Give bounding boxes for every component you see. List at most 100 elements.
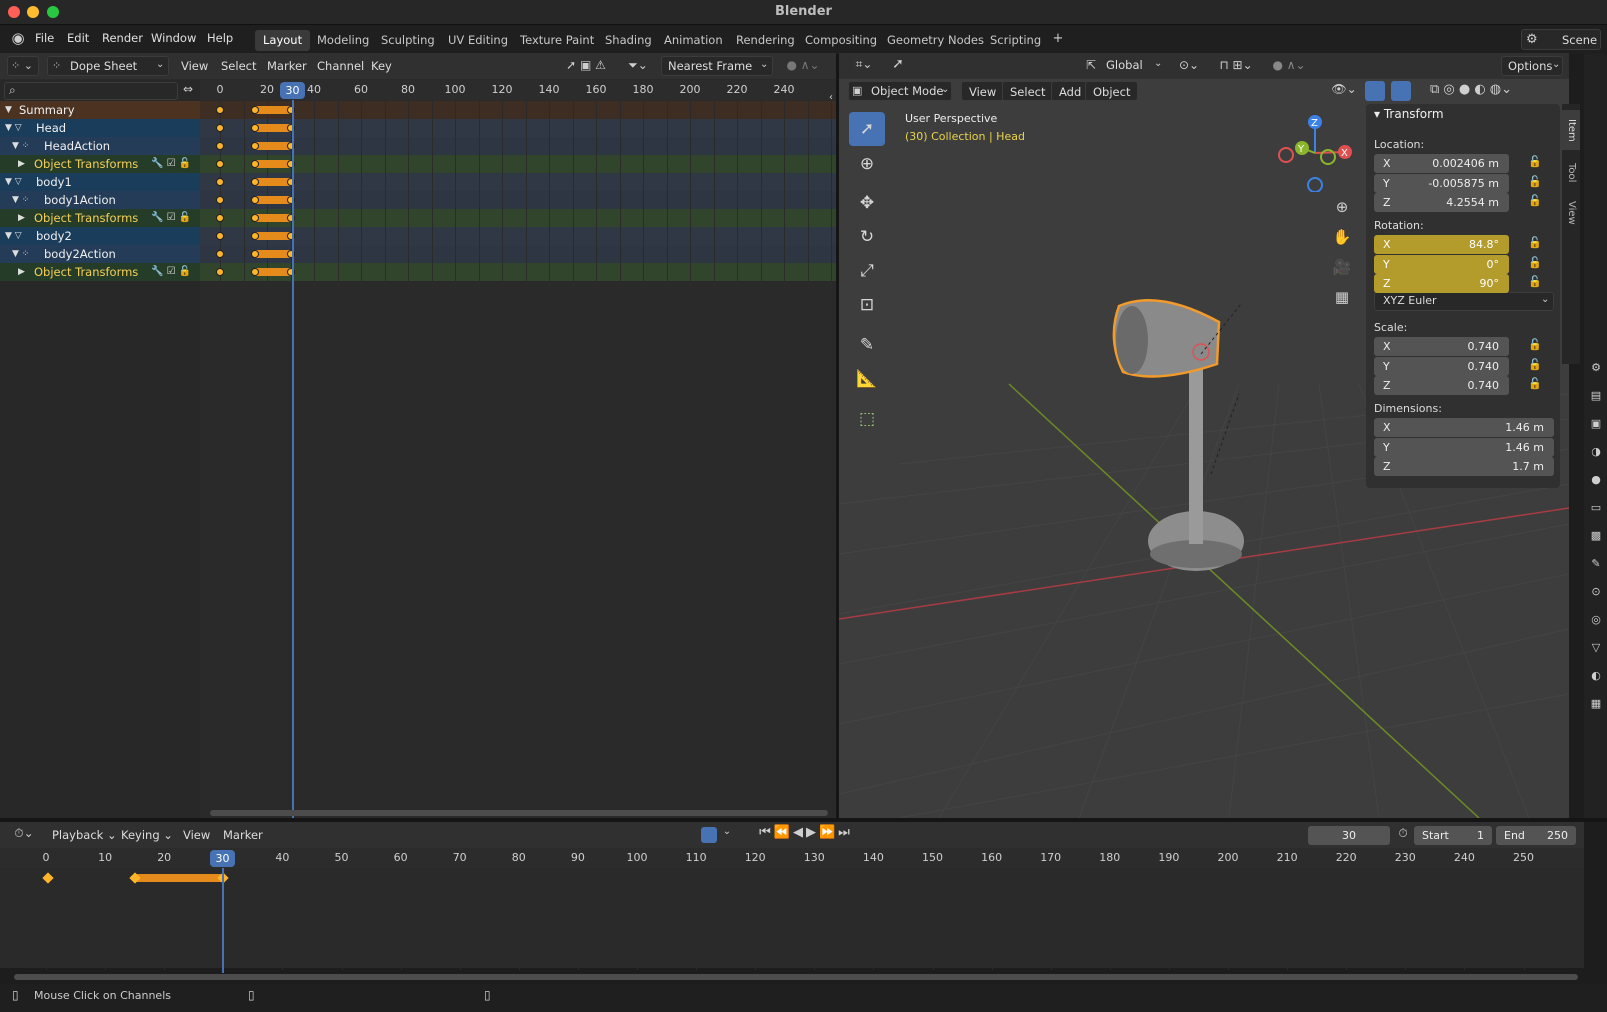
gizmo-toggle-button[interactable]: [1365, 81, 1385, 101]
location-x-field[interactable]: X 0.002406 m: [1374, 154, 1509, 173]
options-dropdown[interactable]: Options ⌄: [1501, 56, 1563, 76]
tab-layout[interactable]: Layout: [255, 30, 311, 51]
transform-panel-header[interactable]: ▾ Transform: [1374, 107, 1444, 121]
pivot-point-icon[interactable]: ⊙⌄: [1174, 58, 1204, 72]
scale-y-field[interactable]: Y 0.740: [1374, 356, 1509, 376]
menu-help[interactable]: Help: [207, 31, 233, 45]
channel-row-action[interactable]: ▼ ⁘ body1Action: [0, 191, 200, 209]
proportional-edit-icon[interactable]: ● ∧⌄: [780, 58, 826, 72]
cursor-tool-icon[interactable]: ⊕: [849, 147, 885, 181]
tab-uv-editing[interactable]: UV Editing: [440, 30, 516, 51]
timeline-menu-playback[interactable]: Playback ⌄: [47, 825, 122, 845]
expand-arrow-icon[interactable]: ▼ ⁘: [12, 191, 29, 209]
expand-arrow-icon[interactable]: ▼ ▽: [5, 227, 22, 245]
viewport-menu-object[interactable]: Object: [1085, 81, 1139, 101]
filter-icon[interactable]: ⏷⌄: [624, 58, 652, 73]
lock-icon[interactable]: 🔓: [1528, 194, 1542, 207]
timeline-menu-marker[interactable]: Marker: [218, 825, 268, 845]
tab-geometry-nodes[interactable]: Geometry Nodes: [879, 30, 992, 51]
proportional-icon[interactable]: ● ∧⌄: [1269, 58, 1309, 72]
rotation-x-field[interactable]: X 84.8°: [1374, 235, 1509, 254]
rotation-z-field[interactable]: Z 90°: [1374, 274, 1509, 293]
scale-tool-icon[interactable]: ⤢: [849, 254, 885, 288]
blender-logo-icon[interactable]: ◉: [8, 29, 28, 47]
tab-compositing[interactable]: Compositing: [797, 30, 885, 51]
expand-arrow-icon[interactable]: ▶: [18, 155, 25, 173]
lock-icon[interactable]: 🔓: [1528, 275, 1542, 288]
expand-arrow-icon[interactable]: ▶: [18, 263, 25, 281]
end-frame-field[interactable]: End 250: [1496, 826, 1576, 845]
select-box-tool-icon[interactable]: ➚: [849, 112, 885, 146]
tab-sculpting[interactable]: Sculpting: [373, 30, 443, 51]
channel-row-object[interactable]: ▼ ▽ Head: [0, 119, 200, 137]
timeline-editor-icon[interactable]: ⏱⌄: [10, 826, 38, 841]
keyframe[interactable]: [216, 232, 224, 240]
tab-modeling[interactable]: Modeling: [309, 30, 377, 51]
keyframe[interactable]: [216, 160, 224, 168]
tab-scripting[interactable]: Scripting: [982, 30, 1049, 51]
tab-item[interactable]: Item: [1562, 110, 1580, 150]
keyframe[interactable]: [216, 268, 224, 276]
dimensions-y-field[interactable]: Y 1.46 m: [1374, 437, 1554, 457]
start-frame-field[interactable]: Start 1: [1414, 826, 1492, 845]
measure-tool-icon[interactable]: 📐: [849, 362, 885, 396]
navigation-gizmo[interactable]: Z X Y: [1272, 112, 1352, 193]
expand-arrow-icon[interactable]: ▼ ▽: [5, 173, 22, 191]
current-frame-field[interactable]: 30: [1308, 826, 1390, 845]
keyframe[interactable]: [216, 214, 224, 222]
editor-type-icon[interactable]: ⌗⌄: [851, 57, 877, 72]
zoom-icon[interactable]: ⊕: [1330, 198, 1354, 216]
lock-icon[interactable]: 🔓: [1528, 236, 1542, 249]
channel-row-action[interactable]: ▼ ⁘ body2Action: [0, 245, 200, 263]
shading-mode-icons[interactable]: ⧉ ◎ ● ◐ ◍⌄: [1421, 82, 1521, 97]
menu-file[interactable]: File: [35, 31, 54, 45]
expand-arrow-icon[interactable]: ▼ ⁘: [12, 137, 29, 155]
channel-toggle-icons[interactable]: 🔧 ☑ 🔓: [151, 209, 191, 227]
playhead-line[interactable]: [292, 100, 294, 818]
expand-arrow-icon[interactable]: ▶: [18, 209, 25, 227]
transform-pivot-icon[interactable]: ➚: [887, 56, 909, 72]
channel-row-group[interactable]: ▶ Object Transforms 🔧 ☑ 🔓: [0, 263, 200, 281]
tab-tool[interactable]: Tool: [1562, 156, 1580, 190]
rotate-tool-icon[interactable]: ↻: [849, 220, 885, 254]
menu-window[interactable]: Window: [151, 31, 196, 45]
rotation-mode-dropdown[interactable]: XYZ Euler ⌄: [1374, 292, 1554, 311]
dopesheet-menu-select[interactable]: Select: [216, 56, 261, 76]
keyframe[interactable]: [216, 124, 224, 132]
collapse-arrow-icon[interactable]: ‹: [826, 92, 836, 103]
expand-arrow-icon[interactable]: ▼ ⁘: [12, 245, 29, 263]
channel-row-group[interactable]: ▶ Object Transforms 🔧 ☑ 🔓: [0, 155, 200, 173]
timeline-menu-keying[interactable]: Keying ⌄: [116, 825, 178, 845]
orientation-dropdown[interactable]: ⇱ Global ⌄: [1084, 56, 1168, 76]
tab-animation[interactable]: Animation: [656, 30, 731, 51]
timeline-menu-view[interactable]: View: [178, 825, 215, 845]
viewport-menu-view[interactable]: View: [961, 81, 1005, 101]
timeline-playhead-line[interactable]: [222, 868, 224, 973]
dopesheet-menu-channel[interactable]: Channel: [312, 56, 369, 76]
location-y-field[interactable]: Y -0.005875 m: [1374, 173, 1509, 193]
timeline-playhead-indicator[interactable]: 30: [210, 850, 235, 867]
channel-row-object[interactable]: ▼ ▽ body2: [0, 227, 200, 245]
perspective-toggle-icon[interactable]: ▦: [1330, 288, 1354, 306]
lock-icon[interactable]: 🔓: [1528, 338, 1542, 351]
object-mode-dropdown[interactable]: ▣ Object Mode ⌄: [848, 81, 952, 101]
properties-tab-icons[interactable]: ⚙ ▤ ▣ ◑ ● ▭ ▩ ✎ ⊙ ◎ ▽ ◐ ▦: [1588, 354, 1604, 718]
dopesheet-menu-key[interactable]: Key: [366, 56, 397, 76]
visibility-icon[interactable]: 👁⌄: [1329, 82, 1359, 96]
dopesheet-mode-dropdown[interactable]: ⁘ Dope Sheet ⌄: [47, 56, 169, 76]
menu-render[interactable]: Render: [102, 31, 143, 45]
transform-tool-icon[interactable]: ⊡: [849, 288, 885, 322]
keyframe[interactable]: [216, 142, 224, 150]
lock-icon[interactable]: 🔓: [1528, 155, 1542, 168]
scene-selector[interactable]: ⚙ Scene: [1521, 29, 1601, 50]
dimensions-x-field[interactable]: X 1.46 m: [1374, 418, 1554, 437]
snap-dropdown[interactable]: Nearest Frame ⌄: [661, 56, 773, 76]
scale-x-field[interactable]: X 0.740: [1374, 337, 1509, 356]
expand-arrow-icon[interactable]: ▼: [5, 101, 12, 119]
location-z-field[interactable]: Z 4.2554 m: [1374, 193, 1509, 212]
channel-row-object[interactable]: ▼ ▽ body1: [0, 173, 200, 191]
lock-icon[interactable]: 🔓: [1528, 358, 1542, 371]
swap-icon[interactable]: ⇔: [180, 82, 196, 96]
keyframe[interactable]: [216, 106, 224, 114]
timer-icon[interactable]: ⏱: [1395, 826, 1411, 841]
